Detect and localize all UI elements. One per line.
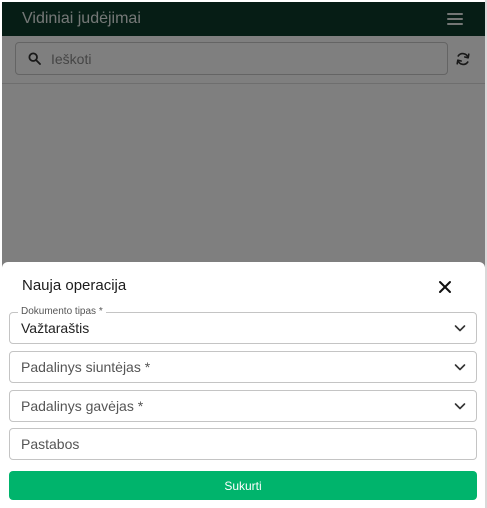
notes-label: Pastabos: [21, 436, 80, 452]
close-icon[interactable]: [436, 278, 454, 296]
document-type-value: Važtaraštis: [21, 320, 90, 336]
chevron-down-icon: [454, 325, 466, 332]
chevron-down-icon: [454, 403, 466, 410]
document-type-select[interactable]: Dokumento tipas * Važtaraštis: [9, 306, 477, 344]
receiver-unit-label: Padalinys gavėjas *: [21, 398, 144, 414]
sender-unit-label: Padalinys siuntėjas *: [21, 359, 151, 375]
notes-field[interactable]: Pastabos: [9, 428, 477, 460]
dialog-title: Nauja operacija: [22, 277, 127, 294]
receiver-unit-select[interactable]: Padalinys gavėjas *: [9, 390, 477, 422]
document-type-label: Dokumento tipas *: [18, 306, 106, 318]
create-button[interactable]: Sukurti: [9, 471, 477, 500]
sender-unit-select[interactable]: Padalinys siuntėjas *: [9, 351, 477, 383]
app-window: Vidiniai judėjimai Ieškoti Nauja operaci…: [2, 2, 485, 506]
chevron-down-icon: [454, 364, 466, 371]
new-operation-dialog: Nauja operacija Dokumento tipas * Važtar…: [2, 262, 485, 506]
